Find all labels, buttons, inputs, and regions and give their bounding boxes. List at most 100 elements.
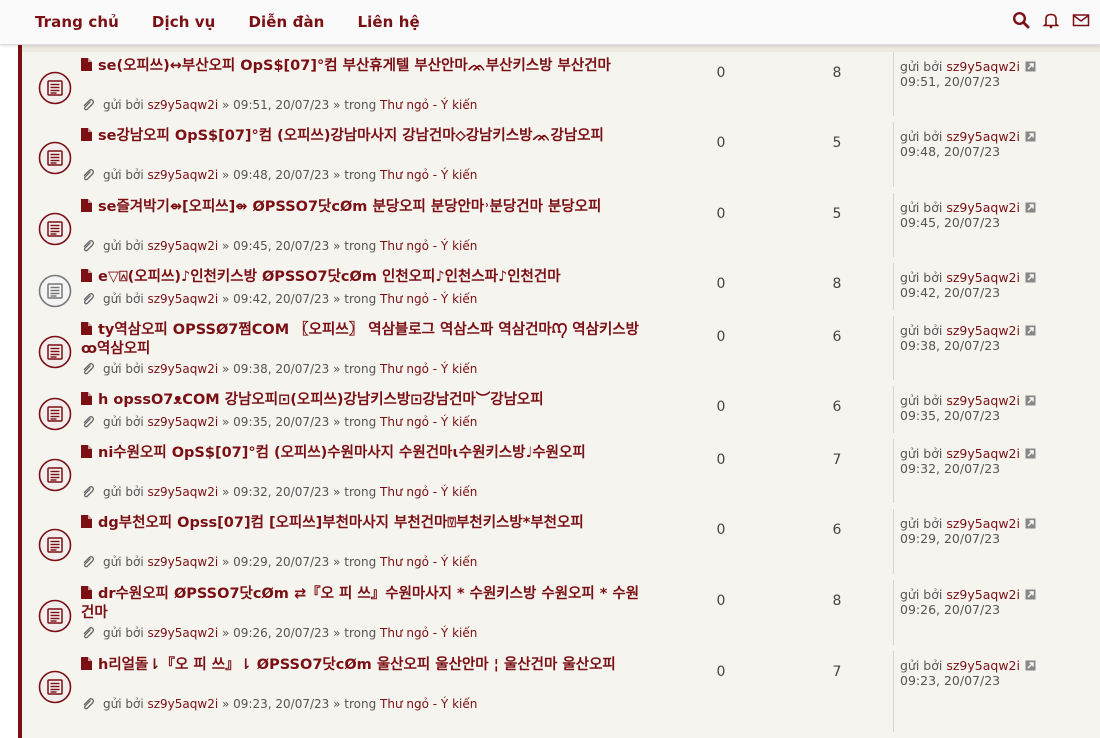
topic-row: se강남오피 OpS$[07]°컴 (오피쓰)강남마사지 강남건마⬦강남키스방ᨏ… bbox=[22, 122, 1100, 194]
forum-link[interactable]: Thư ngỏ - Ý kiến bbox=[380, 98, 477, 112]
author-link[interactable]: sz9y5aqw2i bbox=[148, 98, 219, 112]
replies-count: 0 bbox=[716, 664, 726, 680]
file-icon bbox=[81, 515, 92, 528]
author-link[interactable]: sz9y5aqw2i bbox=[148, 415, 219, 429]
last-author-link[interactable]: sz9y5aqw2i bbox=[946, 587, 1020, 602]
last-author-link[interactable]: sz9y5aqw2i bbox=[946, 446, 1020, 461]
author-link[interactable]: sz9y5aqw2i bbox=[148, 239, 219, 253]
goto-last-post-icon[interactable] bbox=[1025, 447, 1036, 459]
last-author-link[interactable]: sz9y5aqw2i bbox=[946, 200, 1020, 215]
file-icon bbox=[81, 199, 92, 212]
column-divider bbox=[893, 193, 894, 257]
topic-list-panel: se(오피쓰)↔부산오피 OpS$[07]°컴 부산휴게텔 부산안마ᨏ부산키스방… bbox=[18, 44, 1100, 738]
topic-title: h리얼돌⇂『오 피 쓰』⇂ ØPSSO7닷cØm 울산오피 울산안마 ¦ 울산건… bbox=[81, 656, 641, 675]
forum-link[interactable]: Thư ngỏ - Ý kiến bbox=[380, 168, 477, 182]
bell-icon[interactable] bbox=[1042, 11, 1060, 29]
last-post-time: 09:42, 20/07/23 bbox=[900, 285, 1001, 300]
topic-title-link[interactable]: ty역삼오피 OPSSØ7쩜COM 〖오피쓰〗 역삼블로그 역삼스파 역삼건마ᡗ… bbox=[81, 322, 639, 357]
goto-last-post-icon[interactable] bbox=[1025, 659, 1036, 671]
goto-last-post-icon[interactable] bbox=[1025, 394, 1036, 406]
forum-link[interactable]: Thư ngỏ - Ý kiến bbox=[380, 415, 477, 429]
in-label: trong bbox=[344, 415, 377, 429]
unread-topic-icon bbox=[38, 528, 72, 562]
last-by-label: gửi bởi bbox=[900, 587, 943, 602]
topic-title-link[interactable]: h리얼돌⇂『오 피 쓰』⇂ ØPSSO7닷cØm 울산오피 울산안마 ¦ 울산건… bbox=[98, 657, 616, 673]
nav-forum[interactable]: Diễn đàn bbox=[248, 13, 324, 31]
paperclip-icon bbox=[81, 697, 95, 711]
topic-title-link[interactable]: se(오피쓰)↔부산오피 OpS$[07]°컴 부산휴게텔 부산안마ᨏ부산키스방… bbox=[98, 58, 611, 74]
author-link[interactable]: sz9y5aqw2i bbox=[148, 555, 219, 569]
paperclip-icon bbox=[81, 292, 95, 306]
topic-row: dr수원오피 ØPSSO7닷cØm ⇄『오 피 쓰』수원마사지 * 수원키스방 … bbox=[22, 580, 1100, 652]
views-count: 8 bbox=[832, 276, 842, 292]
forum-link[interactable]: Thư ngỏ - Ý kiến bbox=[380, 697, 477, 711]
goto-last-post-icon[interactable] bbox=[1025, 201, 1036, 213]
last-by-label: gửi bởi bbox=[900, 129, 943, 144]
topic-row: h리얼돌⇂『오 피 쓰』⇂ ØPSSO7닷cØm 울산오피 울산안마 ¦ 울산건… bbox=[22, 651, 1100, 738]
topic-title-link[interactable]: dr수원오피 ØPSSO7닷cØm ⇄『오 피 쓰』수원마사지 * 수원키스방 … bbox=[81, 586, 639, 621]
topic-title-link[interactable]: dg부천오피 Opss[07]컴 [오피쓰]부천마사지 부천건마⍔부천키스방*부… bbox=[98, 515, 584, 531]
post-time: » 09:35, 20/07/23 » bbox=[222, 415, 341, 429]
nav-home[interactable]: Trang chủ bbox=[35, 13, 119, 31]
forum-link[interactable]: Thư ngỏ - Ý kiến bbox=[380, 239, 477, 253]
topic-title-link[interactable]: se즐겨박기⇴[오피쓰]⇴ ØPSSO7닷cØm 분당오피 분당안마˒분당건마 … bbox=[98, 199, 601, 215]
last-author-link[interactable]: sz9y5aqw2i bbox=[946, 59, 1020, 74]
views-count: 6 bbox=[832, 329, 842, 345]
unread-topic-icon bbox=[38, 397, 72, 431]
in-label: trong bbox=[344, 485, 377, 499]
last-post: gửi bởi sz9y5aqw2i 09:26, 20/07/23 bbox=[900, 587, 1100, 617]
author-link[interactable]: sz9y5aqw2i bbox=[148, 362, 219, 376]
topic-title-link[interactable]: e▽⍓(오피쓰)♪인천키스방 ØPSSO7닷cØm 인천오피♪인천스파♪인천건마 bbox=[98, 269, 561, 285]
replies-count: 0 bbox=[716, 452, 726, 468]
post-time: » 09:23, 20/07/23 » bbox=[222, 697, 341, 711]
topic-row: h opssO7ᴥCOM 강남오피⊡(오피쓰)강남키스방⊡강남건마︶강남오피 g… bbox=[22, 386, 1100, 440]
goto-last-post-icon[interactable] bbox=[1025, 271, 1036, 283]
topic-title-link[interactable]: h opssO7ᴥCOM 강남오피⊡(오피쓰)강남키스방⊡강남건마︶강남오피 bbox=[98, 392, 544, 408]
goto-last-post-icon[interactable] bbox=[1025, 517, 1036, 529]
search-icon[interactable] bbox=[1012, 11, 1030, 29]
topic-meta: gửi bởi sz9y5aqw2i » 09:48, 20/07/23 » t… bbox=[81, 168, 477, 182]
replies-count: 0 bbox=[716, 65, 726, 81]
forum-link[interactable]: Thư ngỏ - Ý kiến bbox=[380, 555, 477, 569]
unread-topic-icon bbox=[38, 458, 72, 492]
last-author-link[interactable]: sz9y5aqw2i bbox=[946, 393, 1020, 408]
topic-meta: gửi bởi sz9y5aqw2i » 09:26, 20/07/23 » t… bbox=[81, 626, 477, 640]
topic-title-link[interactable]: ni수원오피 OpS$[07]°컴 (오피쓰)수원마사지 수원건마ɩ수원키스방♩… bbox=[98, 445, 586, 461]
unread-topic-icon bbox=[38, 335, 72, 369]
column-divider bbox=[893, 439, 894, 503]
in-label: trong bbox=[344, 555, 377, 569]
by-label: gửi bởi bbox=[103, 697, 144, 711]
main-menu: Trang chủ Dịch vụ Diễn đàn Liên hệ bbox=[35, 13, 453, 31]
topic-title-link[interactable]: se강남오피 OpS$[07]°컴 (오피쓰)강남마사지 강남건마⬦강남키스방ᨏ… bbox=[98, 128, 604, 144]
topic-title: dr수원오피 ØPSSO7닷cØm ⇄『오 피 쓰』수원마사지 * 수원키스방 … bbox=[81, 585, 641, 623]
forum-link[interactable]: Thư ngỏ - Ý kiến bbox=[380, 626, 477, 640]
forum-link[interactable]: Thư ngỏ - Ý kiến bbox=[380, 362, 477, 376]
author-link[interactable]: sz9y5aqw2i bbox=[148, 697, 219, 711]
last-by-label: gửi bởi bbox=[900, 59, 943, 74]
nav-contact[interactable]: Liên hệ bbox=[357, 13, 419, 31]
author-link[interactable]: sz9y5aqw2i bbox=[148, 485, 219, 499]
author-link[interactable]: sz9y5aqw2i bbox=[148, 626, 219, 640]
last-author-link[interactable]: sz9y5aqw2i bbox=[946, 129, 1020, 144]
forum-link[interactable]: Thư ngỏ - Ý kiến bbox=[380, 292, 477, 306]
last-author-link[interactable]: sz9y5aqw2i bbox=[946, 270, 1020, 285]
topic-meta: gửi bởi sz9y5aqw2i » 09:29, 20/07/23 » t… bbox=[81, 555, 477, 569]
goto-last-post-icon[interactable] bbox=[1025, 588, 1036, 600]
goto-last-post-icon[interactable] bbox=[1025, 60, 1036, 72]
in-label: trong bbox=[344, 168, 377, 182]
replies-count: 0 bbox=[716, 593, 726, 609]
goto-last-post-icon[interactable] bbox=[1025, 130, 1036, 142]
paperclip-icon bbox=[81, 98, 95, 112]
topic-row: se(오피쓰)↔부산오피 OpS$[07]°컴 부산휴게텔 부산안마ᨏ부산키스방… bbox=[22, 52, 1100, 123]
envelope-icon[interactable] bbox=[1072, 11, 1090, 29]
goto-last-post-icon[interactable] bbox=[1025, 324, 1036, 336]
author-link[interactable]: sz9y5aqw2i bbox=[148, 292, 219, 306]
file-icon bbox=[81, 269, 92, 282]
last-author-link[interactable]: sz9y5aqw2i bbox=[946, 323, 1020, 338]
last-author-link[interactable]: sz9y5aqw2i bbox=[946, 658, 1020, 673]
file-icon bbox=[81, 322, 92, 335]
nav-services[interactable]: Dịch vụ bbox=[152, 13, 216, 31]
forum-link[interactable]: Thư ngỏ - Ý kiến bbox=[380, 485, 477, 499]
author-link[interactable]: sz9y5aqw2i bbox=[148, 168, 219, 182]
last-author-link[interactable]: sz9y5aqw2i bbox=[946, 516, 1020, 531]
